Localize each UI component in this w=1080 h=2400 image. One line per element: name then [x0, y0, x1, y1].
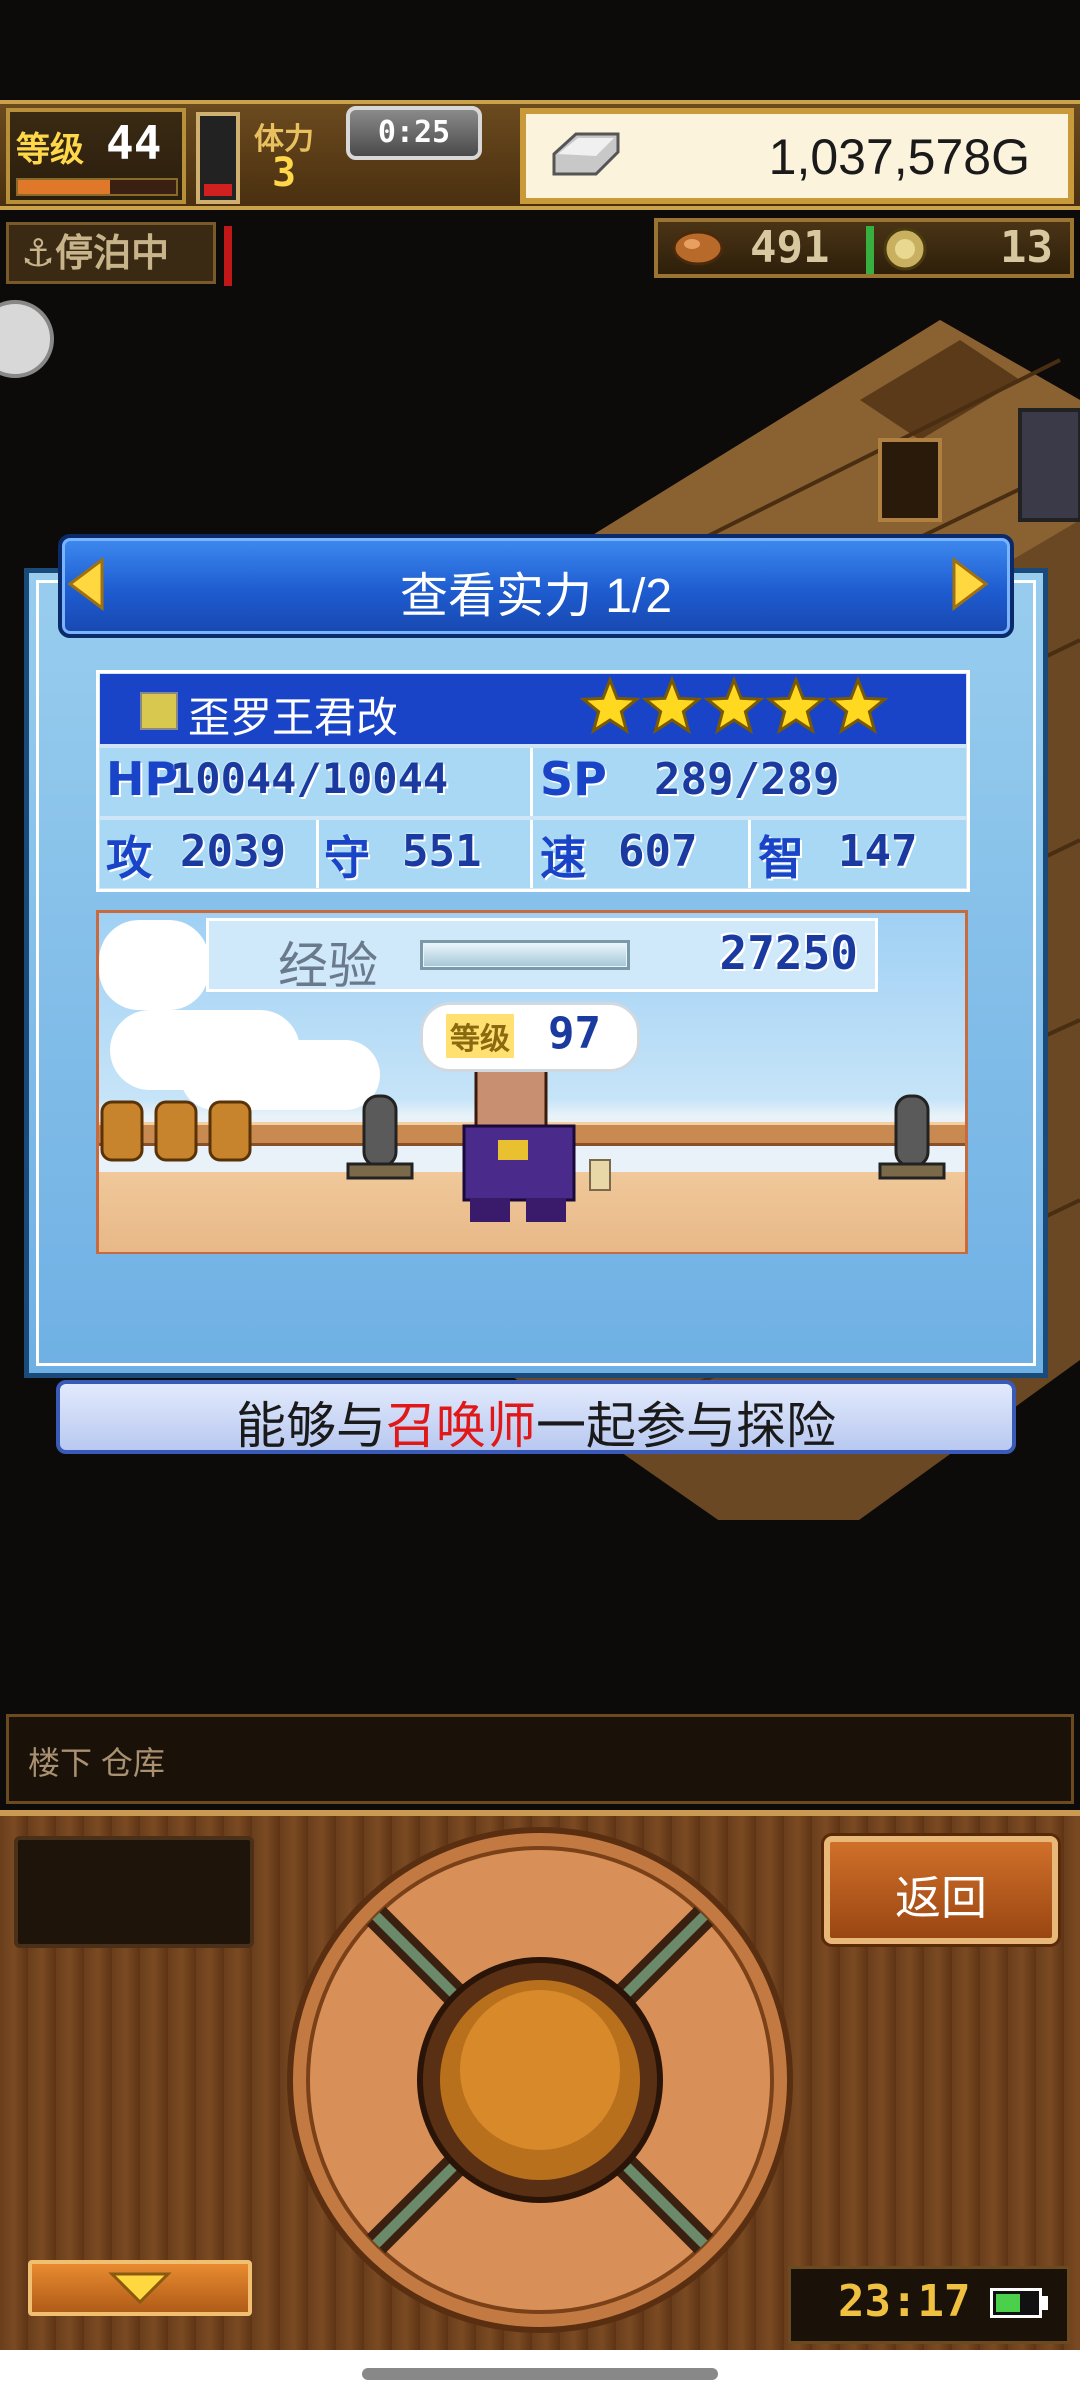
- stamina-value: 3: [272, 150, 297, 196]
- food-count: 491: [750, 222, 830, 273]
- cannon-icon: [346, 1094, 414, 1180]
- battery-level: [996, 2294, 1020, 2312]
- character-class-icon: [140, 692, 178, 730]
- row-divider: [530, 748, 533, 816]
- intelligence-label: 智: [758, 831, 804, 885]
- money-value: 1,037,578G: [768, 129, 1030, 185]
- description-text: 能够与召唤师一起参与探险: [56, 1386, 1016, 1458]
- battery-cap: [1042, 2296, 1048, 2310]
- speed-label: 速: [540, 831, 586, 885]
- medal-count: 13: [1000, 222, 1053, 273]
- empty-slot: [14, 1836, 254, 1948]
- barrels-icon: [100, 1100, 252, 1162]
- chevron-down-icon: [108, 2272, 172, 2305]
- description-highlight: 召唤师: [386, 1398, 536, 1454]
- status-marker: [224, 226, 232, 286]
- player-level-value: 44: [106, 116, 162, 170]
- sp-value: 289/289: [654, 754, 840, 805]
- star-icon: [827, 676, 889, 735]
- home-indicator[interactable]: [362, 2368, 718, 2380]
- intelligence-value: 147: [838, 826, 918, 877]
- star-icon: [580, 676, 641, 735]
- hp-label: HP: [106, 752, 179, 806]
- character-level-label: 等级: [446, 1014, 514, 1058]
- description-text-part: 能够与: [236, 1398, 386, 1454]
- stamina-timer: 0:25: [346, 106, 482, 160]
- star-icon: [765, 676, 827, 735]
- experience-gauge-fill: [424, 944, 626, 966]
- sp-label: SP: [540, 752, 607, 806]
- character-name: 歪罗王君改: [188, 694, 399, 741]
- medal-icon: [883, 227, 927, 271]
- character-sprite: [462, 1068, 611, 1222]
- food-icon: [672, 230, 724, 266]
- resource-separator: [866, 226, 874, 274]
- next-arrow-icon[interactable]: [950, 556, 990, 612]
- dialog-title: 查看实力 1/2: [399, 570, 673, 623]
- clock-time: 23:17: [838, 2276, 971, 2327]
- row-divider: [748, 820, 751, 888]
- ship-status-label: 停泊中: [55, 231, 170, 275]
- anchor-icon: ⚓: [21, 231, 56, 275]
- defense-label: 守: [324, 831, 370, 885]
- back-button-label: 返回: [895, 1872, 987, 1924]
- silver-ingot-icon: [552, 132, 620, 176]
- rarity-stars: [580, 676, 889, 735]
- attack-value: 2039: [180, 826, 286, 877]
- experience-label: 经验: [278, 938, 378, 994]
- star-icon: [641, 676, 703, 735]
- player-exp-bar-fill: [18, 180, 110, 194]
- cannon-icon: [878, 1094, 946, 1180]
- row-divider: [316, 820, 319, 888]
- hp-value: 10044/10044: [170, 754, 449, 803]
- player-level-label: 等级: [16, 130, 84, 170]
- description-text-part: 一起参与探险: [536, 1398, 836, 1454]
- stamina-gauge-fill: [204, 184, 232, 196]
- attack-label: 攻: [106, 831, 152, 885]
- prev-arrow-icon[interactable]: [66, 556, 106, 612]
- defense-value: 551: [402, 826, 482, 877]
- experience-value: 27250: [719, 926, 858, 980]
- speed-value: 607: [618, 826, 698, 877]
- character-level-value: 97: [548, 1008, 601, 1059]
- location-bar: [6, 1714, 1074, 1804]
- chat-bubble-button[interactable]: [0, 300, 54, 378]
- cloud: [99, 920, 209, 1010]
- location-text: 楼下 仓库: [28, 1745, 165, 1781]
- row-divider: [530, 820, 533, 888]
- ship-status: ⚓停泊中: [6, 222, 216, 284]
- dpad-control[interactable]: [280, 1820, 800, 2340]
- star-icon: [703, 676, 765, 735]
